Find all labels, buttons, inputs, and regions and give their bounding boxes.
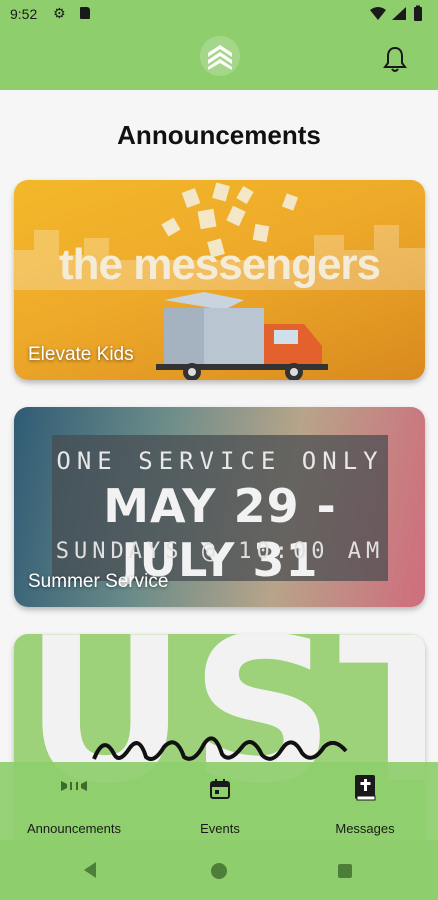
nav-item-messages[interactable]: Messages	[315, 762, 415, 840]
gear-icon: ⚙	[53, 5, 66, 21]
recents-icon[interactable]	[338, 864, 352, 878]
status-time: 9:52	[10, 6, 38, 22]
signal-icon	[392, 7, 406, 20]
nav-label: Events	[200, 821, 240, 836]
card-art-text: the messengers	[58, 240, 381, 289]
announcement-card-elevate-kids[interactable]: the messengers Elevate Kids	[14, 180, 425, 380]
megaphone-icon	[61, 781, 87, 791]
nav-item-events[interactable]: Events	[170, 762, 270, 840]
sd-card-icon	[80, 7, 90, 19]
home-icon[interactable]	[211, 863, 227, 879]
app-header	[0, 28, 438, 90]
nav-label: Messages	[335, 821, 395, 836]
status-icons	[370, 5, 422, 21]
bible-icon	[355, 775, 376, 801]
card-label: Elevate Kids	[28, 344, 134, 365]
card-label: Summer Service	[28, 571, 169, 592]
system-nav-bar	[0, 840, 438, 900]
bell-icon[interactable]	[382, 45, 408, 73]
battery-icon	[414, 7, 422, 21]
nav-label: Announcements	[27, 821, 121, 836]
bottom-nav: Announcements Events Messages	[0, 762, 438, 840]
wifi-icon	[370, 7, 386, 20]
card-art-line1: ONE SERVICE ONLY	[56, 447, 384, 475]
card-art-line3: SUNDAYS @ 10:00 AM	[55, 539, 385, 564]
announcement-card-summer-service[interactable]: ONE SERVICE ONLY MAY 29 - JULY 31 SUNDAY…	[14, 407, 425, 607]
nav-item-announcements[interactable]: Announcements	[14, 762, 134, 840]
chevrons-up-logo[interactable]	[200, 36, 240, 76]
page-title: Announcements	[117, 120, 321, 150]
calendar-icon	[210, 779, 230, 799]
back-icon[interactable]	[84, 862, 96, 878]
truck-graphic	[156, 292, 328, 380]
card-art-panel: ONE SERVICE ONLY MAY 29 - JULY 31 SUNDAY…	[52, 435, 388, 587]
status-bar: 9:52 ⚙	[0, 0, 438, 28]
